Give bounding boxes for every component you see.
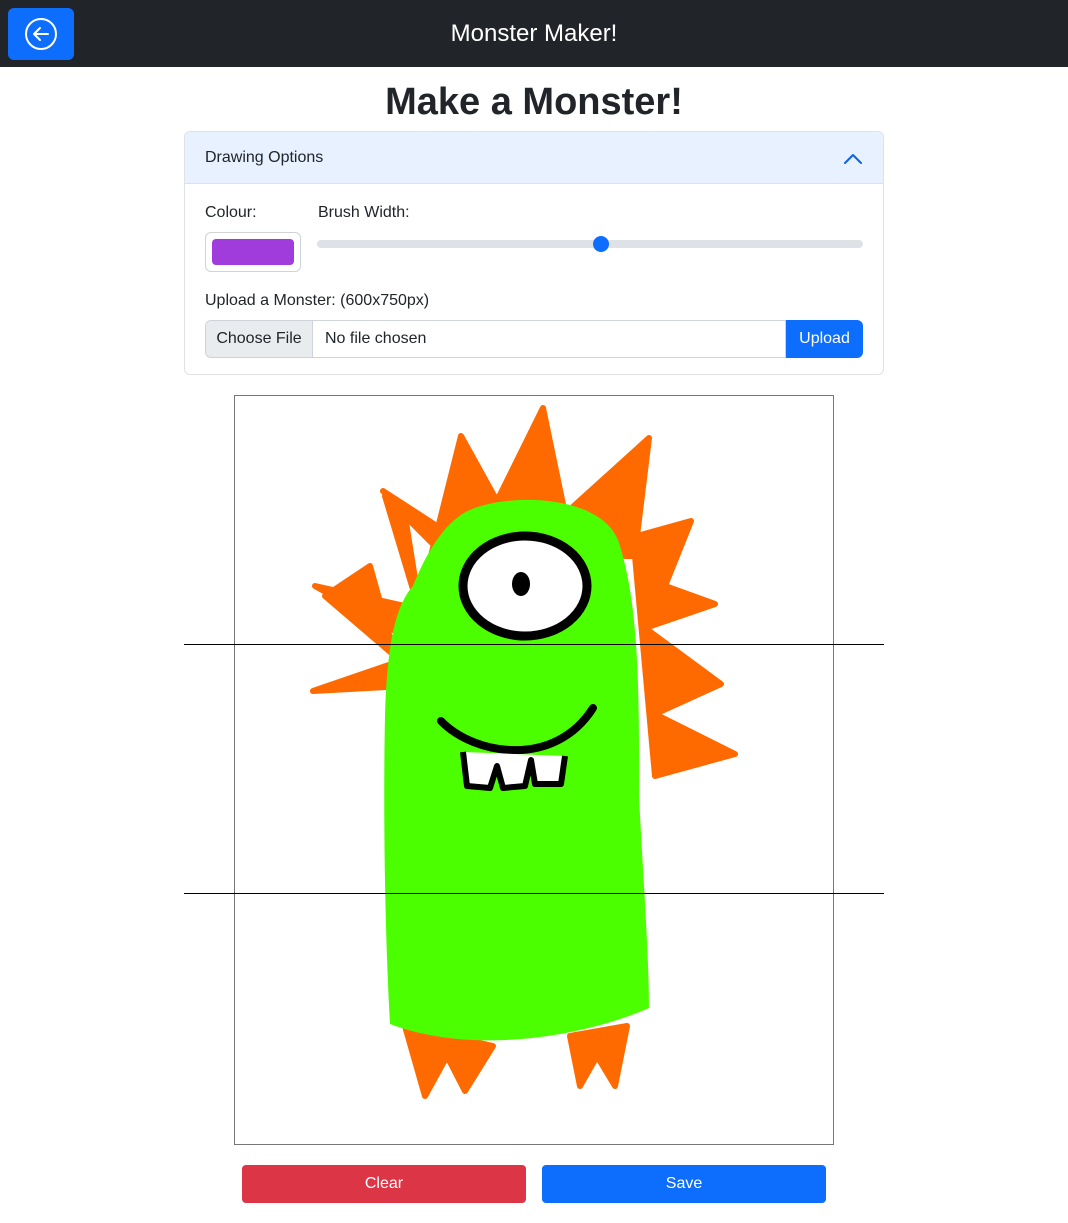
navbar: Monster Maker!: [0, 0, 1068, 67]
drawing-options-title: Drawing Options: [205, 149, 324, 166]
guide-line-bottom: [184, 893, 884, 894]
back-button[interactable]: [8, 8, 74, 60]
drawing-canvas[interactable]: [234, 395, 834, 1145]
upload-label: Upload a Monster: (600x750px): [205, 292, 430, 309]
colour-picker[interactable]: [205, 232, 301, 272]
arrow-left-circle-icon: [25, 18, 57, 50]
monster-pupil: [512, 572, 530, 596]
clear-button[interactable]: Clear: [242, 1165, 526, 1203]
choose-file-button[interactable]: Choose File: [205, 320, 312, 358]
upload-button[interactable]: Upload: [786, 320, 863, 358]
drawing-options-toggle[interactable]: Drawing Options: [185, 132, 883, 184]
colour-swatch: [212, 239, 294, 265]
brush-width-slider[interactable]: [317, 236, 863, 252]
app-title: Monster Maker!: [450, 20, 618, 47]
file-name-display[interactable]: No file chosen: [312, 320, 786, 358]
chevron-up-icon: [844, 154, 862, 164]
monster-teeth: [460, 751, 568, 791]
file-upload-group: Choose File No file chosen Upload: [205, 320, 863, 358]
drawing-options-panel: Drawing Options Colour: Brush Width: Upl…: [184, 131, 884, 375]
colour-label: Colour:: [205, 204, 257, 221]
page-title: Make a Monster!: [385, 81, 683, 123]
brush-width-slider-thumb[interactable]: [592, 236, 609, 252]
guide-line-top: [184, 644, 884, 645]
monster-drawing: [310, 405, 738, 1099]
save-button[interactable]: Save: [542, 1165, 826, 1203]
brush-width-label: Brush Width:: [318, 204, 410, 221]
